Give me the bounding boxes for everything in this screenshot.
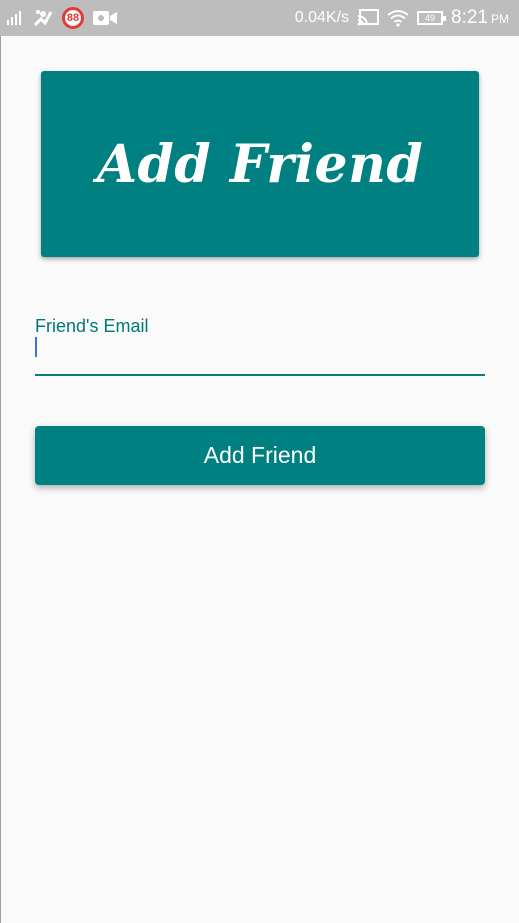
email-label: Friend's Email [35,316,149,336]
battery-icon: 49 [417,11,447,25]
clock-ampm: PM [491,12,509,26]
network-speed: 0.04K/s [294,9,350,26]
wifi-icon [387,9,409,27]
badge-icon: 88 [62,7,84,29]
video-call-icon [92,9,118,27]
header-title: Add Friend [96,133,424,195]
status-bar-right: 0.04K/s 49 8:21 PM [295,0,509,36]
screen: 88 0.04K/s 49 8:21 PM Add Friend Friend'… [0,0,519,923]
status-bar: 88 0.04K/s 49 8:21 PM [0,0,519,36]
battery-level: 49 [425,13,436,23]
clock: 8:21 PM [451,7,509,29]
usb-debug-icon [32,8,54,28]
cast-icon [357,9,380,27]
screen-edge [0,36,1,923]
header-card: Add Friend [41,71,479,257]
status-bar-left: 88 [6,0,118,36]
text-cursor [35,337,37,357]
signal-icon [6,10,24,26]
add-friend-button[interactable]: Add Friend [35,426,485,485]
email-field[interactable] [35,336,485,376]
clock-time: 8:21 [451,7,488,28]
